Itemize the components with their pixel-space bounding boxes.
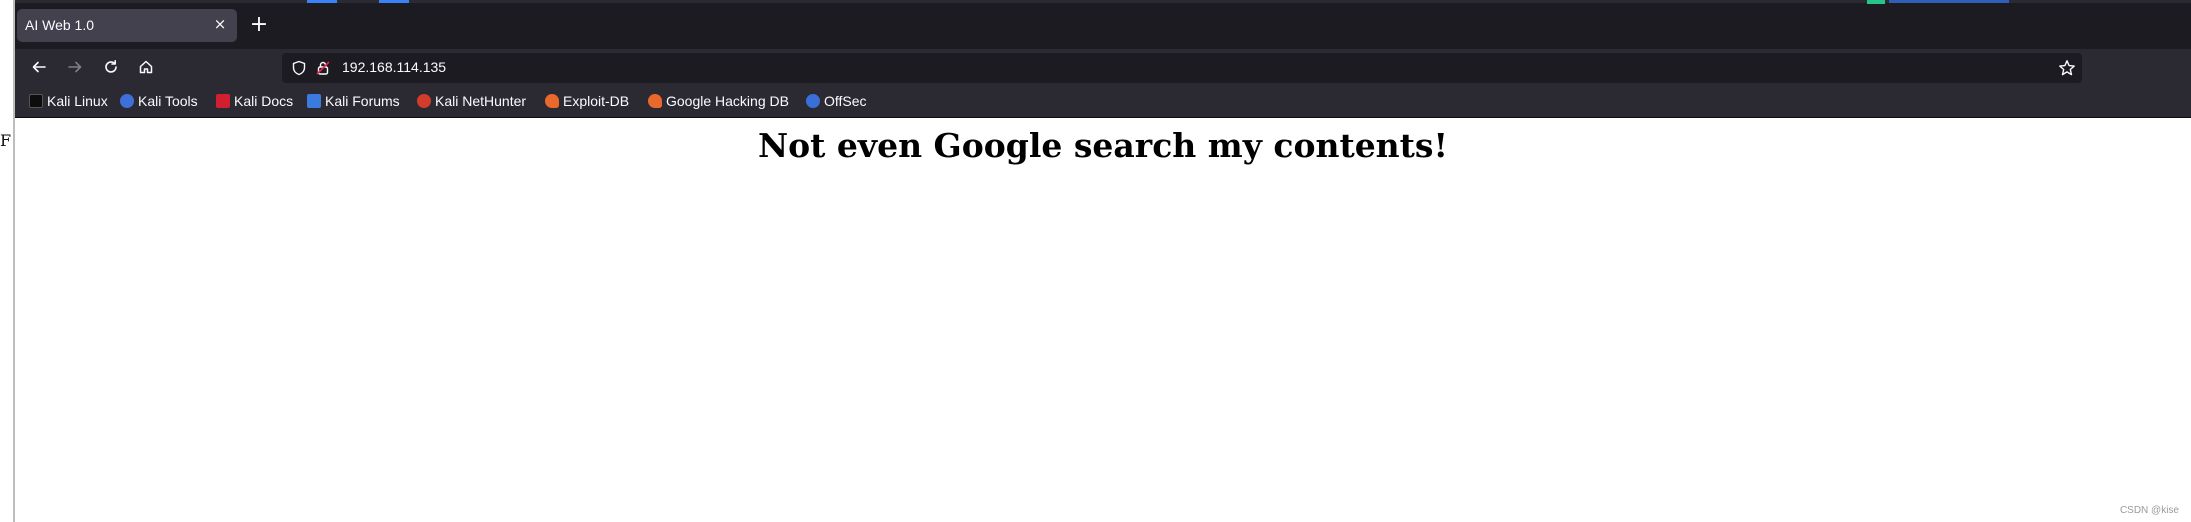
reload-button[interactable]	[98, 54, 124, 80]
back-button[interactable]	[26, 54, 52, 80]
home-button[interactable]	[133, 54, 159, 80]
offsec-icon	[806, 94, 820, 108]
close-tab-icon[interactable]: ×	[211, 15, 229, 33]
url-bar[interactable]: 192.168.114.135	[282, 53, 2082, 83]
background-window-edge: F	[0, 0, 15, 522]
bookmarks-bar: Kali Linux Kali Tools Kali Docs Kali For…	[15, 85, 2191, 118]
bookmark-kali-linux[interactable]: Kali Linux	[29, 93, 108, 109]
bookmark-kali-tools[interactable]: Kali Tools	[120, 93, 198, 109]
tab-ai-web[interactable]: AI Web 1.0 ×	[17, 9, 237, 42]
kali-tools-icon	[120, 94, 134, 108]
bookmark-exploit-db[interactable]: Exploit-DB	[545, 93, 629, 109]
bookmark-kali-docs[interactable]: Kali Docs	[216, 93, 293, 109]
url-text[interactable]: 192.168.114.135	[342, 59, 446, 75]
arrow-right-icon	[68, 61, 82, 73]
page-content: Not even Google search my contents! CSDN…	[15, 118, 2191, 522]
watermark: CSDN @kise	[2119, 505, 2179, 516]
bookmark-google-hacking-db[interactable]: Google Hacking DB	[648, 93, 789, 109]
new-tab-button[interactable]: +	[246, 12, 272, 38]
insecure-lock-icon[interactable]	[315, 60, 331, 76]
screen: F AI Web 1.0 × + 192.168.114.135 Kali Li…	[0, 0, 2191, 522]
tab-bar: AI Web 1.0 × +	[15, 0, 2191, 49]
home-icon	[139, 60, 153, 74]
kali-icon	[29, 94, 43, 108]
nethunter-icon	[417, 94, 431, 108]
navigation-bar: 192.168.114.135	[15, 49, 2191, 85]
kali-docs-icon	[216, 94, 230, 108]
reload-icon	[105, 60, 117, 73]
arrow-left-icon	[32, 61, 46, 73]
shield-icon[interactable]	[291, 60, 307, 76]
kali-forums-icon	[307, 94, 321, 108]
tab-title: AI Web 1.0	[25, 17, 95, 33]
desktop-panel-strip	[15, 0, 2191, 4]
bookmark-star-icon[interactable]	[2058, 59, 2076, 77]
exploit-db-icon	[545, 94, 559, 108]
bookmark-kali-forums[interactable]: Kali Forums	[307, 93, 400, 109]
page-heading: Not even Google search my contents!	[758, 126, 1448, 165]
background-window-text: F	[0, 131, 12, 150]
forward-button[interactable]	[62, 54, 88, 80]
bookmark-offsec[interactable]: OffSec	[806, 93, 867, 109]
ghdb-icon	[648, 94, 662, 108]
browser-window: AI Web 1.0 × + 192.168.114.135 Kali Linu…	[15, 0, 2191, 522]
bookmark-kali-nethunter[interactable]: Kali NetHunter	[417, 93, 526, 109]
